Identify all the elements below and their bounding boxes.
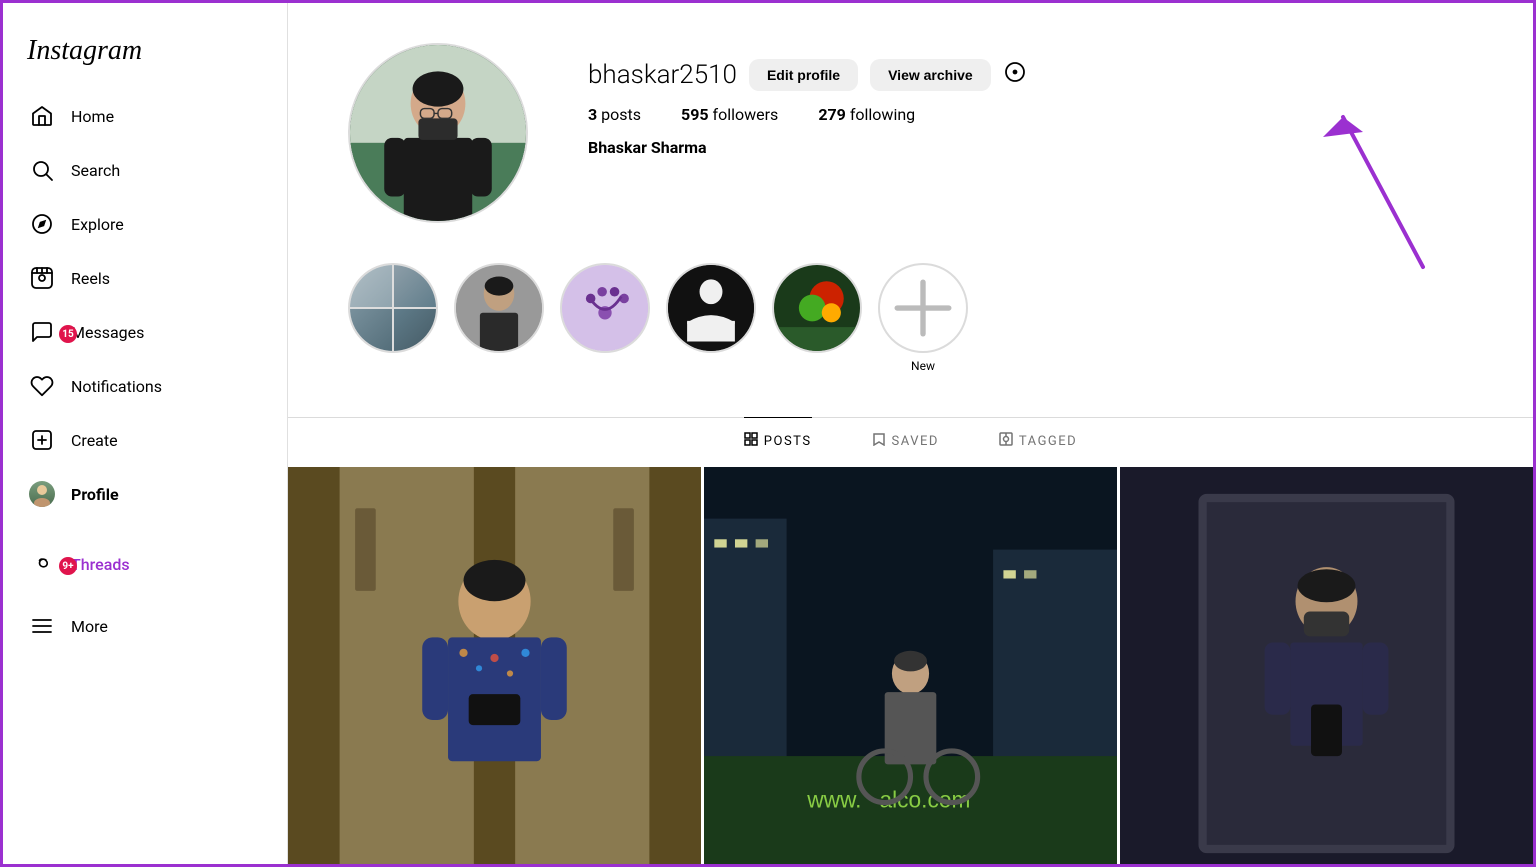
sidebar-item-home[interactable]: Home: [15, 91, 275, 141]
profile-full-name: Bhaskar Sharma: [588, 138, 1027, 157]
sidebar-item-label-explore: Explore: [71, 215, 124, 234]
profile-section: bhaskar2510 Edit profile View archive 3 …: [288, 3, 1533, 417]
sidebar-item-label-create: Create: [71, 431, 118, 450]
sidebar-item-profile[interactable]: Profile: [15, 469, 275, 519]
stories-row: New: [348, 255, 1473, 397]
profile-stats: 3 posts 595 followers 279 following: [588, 105, 1027, 124]
profile-top: bhaskar2510 Edit profile View archive 3 …: [348, 43, 1473, 223]
story-circle-5: [772, 263, 862, 353]
story-circle-3: [560, 263, 650, 353]
main-content: bhaskar2510 Edit profile View archive 3 …: [288, 3, 1533, 864]
home-icon: [29, 103, 55, 129]
following-label: following: [850, 105, 915, 124]
edit-profile-button[interactable]: Edit profile: [749, 59, 858, 91]
post-item-3[interactable]: [1120, 467, 1533, 864]
saved-tab-icon: [872, 432, 886, 450]
view-archive-button[interactable]: View archive: [870, 59, 991, 91]
sidebar-item-label-notifications: Notifications: [71, 377, 162, 396]
profile-info: bhaskar2510 Edit profile View archive 3 …: [588, 43, 1027, 157]
sidebar-item-explore[interactable]: Explore: [15, 199, 275, 249]
story-circle-1: [348, 263, 438, 353]
tab-saved-label: SAVED: [892, 434, 939, 449]
tab-saved[interactable]: SAVED: [872, 417, 939, 464]
story-item-1[interactable]: [348, 263, 438, 359]
tab-posts[interactable]: POSTS: [744, 417, 812, 464]
sidebar-item-more[interactable]: More: [15, 601, 275, 651]
story-item-5[interactable]: [772, 263, 862, 359]
stat-posts[interactable]: 3 posts: [588, 105, 641, 124]
sidebar-item-create[interactable]: Create: [15, 415, 275, 465]
sidebar-item-threads[interactable]: 9+ Threads: [15, 539, 275, 589]
messages-icon: 15: [29, 319, 55, 345]
post-item-1[interactable]: [288, 467, 701, 864]
settings-icon[interactable]: [1003, 60, 1027, 90]
story-item-3[interactable]: [560, 263, 650, 359]
profile-username: bhaskar2510: [588, 60, 737, 90]
threads-icon: 9+: [29, 551, 55, 577]
sidebar-nav: Home Search Explore: [3, 91, 287, 848]
stat-following[interactable]: 279 following: [818, 105, 915, 124]
sidebar-item-label-profile: Profile: [71, 485, 119, 504]
svg-text:www.: www.: [806, 787, 861, 813]
story-circle-4: [666, 263, 756, 353]
tabs-section: POSTS SAVED TAGGED: [288, 417, 1533, 464]
tagged-tab-icon: [999, 432, 1013, 450]
story-label-new: New: [911, 359, 935, 373]
sidebar-item-label-search: Search: [71, 161, 120, 180]
sidebar-item-label-more: More: [71, 617, 108, 636]
followers-label: followers: [713, 105, 779, 124]
messages-badge: 15: [59, 325, 77, 343]
profile-username-row: bhaskar2510 Edit profile View archive: [588, 59, 1027, 91]
tab-tagged-label: TAGGED: [1019, 434, 1077, 449]
sidebar-item-reels[interactable]: Reels: [15, 253, 275, 303]
profile-avatar[interactable]: [348, 43, 528, 223]
explore-icon: [29, 211, 55, 237]
story-item-4[interactable]: [666, 263, 756, 359]
threads-badge: 9+: [59, 557, 77, 575]
sidebar-item-label-threads: Threads: [71, 555, 130, 574]
followers-count: 595: [681, 105, 709, 124]
more-icon: [29, 613, 55, 639]
sidebar-item-search[interactable]: Search: [15, 145, 275, 195]
sidebar-item-label-reels: Reels: [71, 269, 110, 288]
stat-followers[interactable]: 595 followers: [681, 105, 778, 124]
tab-tagged[interactable]: TAGGED: [999, 417, 1077, 464]
posts-tab-icon: [744, 432, 758, 450]
tab-posts-label: POSTS: [764, 434, 812, 449]
create-icon: [29, 427, 55, 453]
posts-label: posts: [601, 105, 641, 124]
sidebar: Instagram Home Search: [3, 3, 288, 864]
sidebar-item-messages[interactable]: 15 Messages: [15, 307, 275, 357]
posts-grid: www. alco.com: [288, 464, 1533, 864]
story-circle-new: [878, 263, 968, 353]
app-logo[interactable]: Instagram: [3, 19, 287, 91]
story-item-2[interactable]: [454, 263, 544, 359]
following-count: 279: [818, 105, 846, 124]
post-item-2[interactable]: www. alco.com: [704, 467, 1117, 864]
search-icon: [29, 157, 55, 183]
notifications-icon: [29, 373, 55, 399]
reels-icon: [29, 265, 55, 291]
sidebar-profile-avatar: [29, 481, 55, 507]
sidebar-item-notifications[interactable]: Notifications: [15, 361, 275, 411]
story-circle-2: [454, 263, 544, 353]
story-item-new[interactable]: New: [878, 263, 968, 373]
posts-count: 3: [588, 105, 597, 124]
sidebar-item-label-home: Home: [71, 107, 114, 126]
sidebar-item-label-messages: Messages: [71, 323, 144, 342]
